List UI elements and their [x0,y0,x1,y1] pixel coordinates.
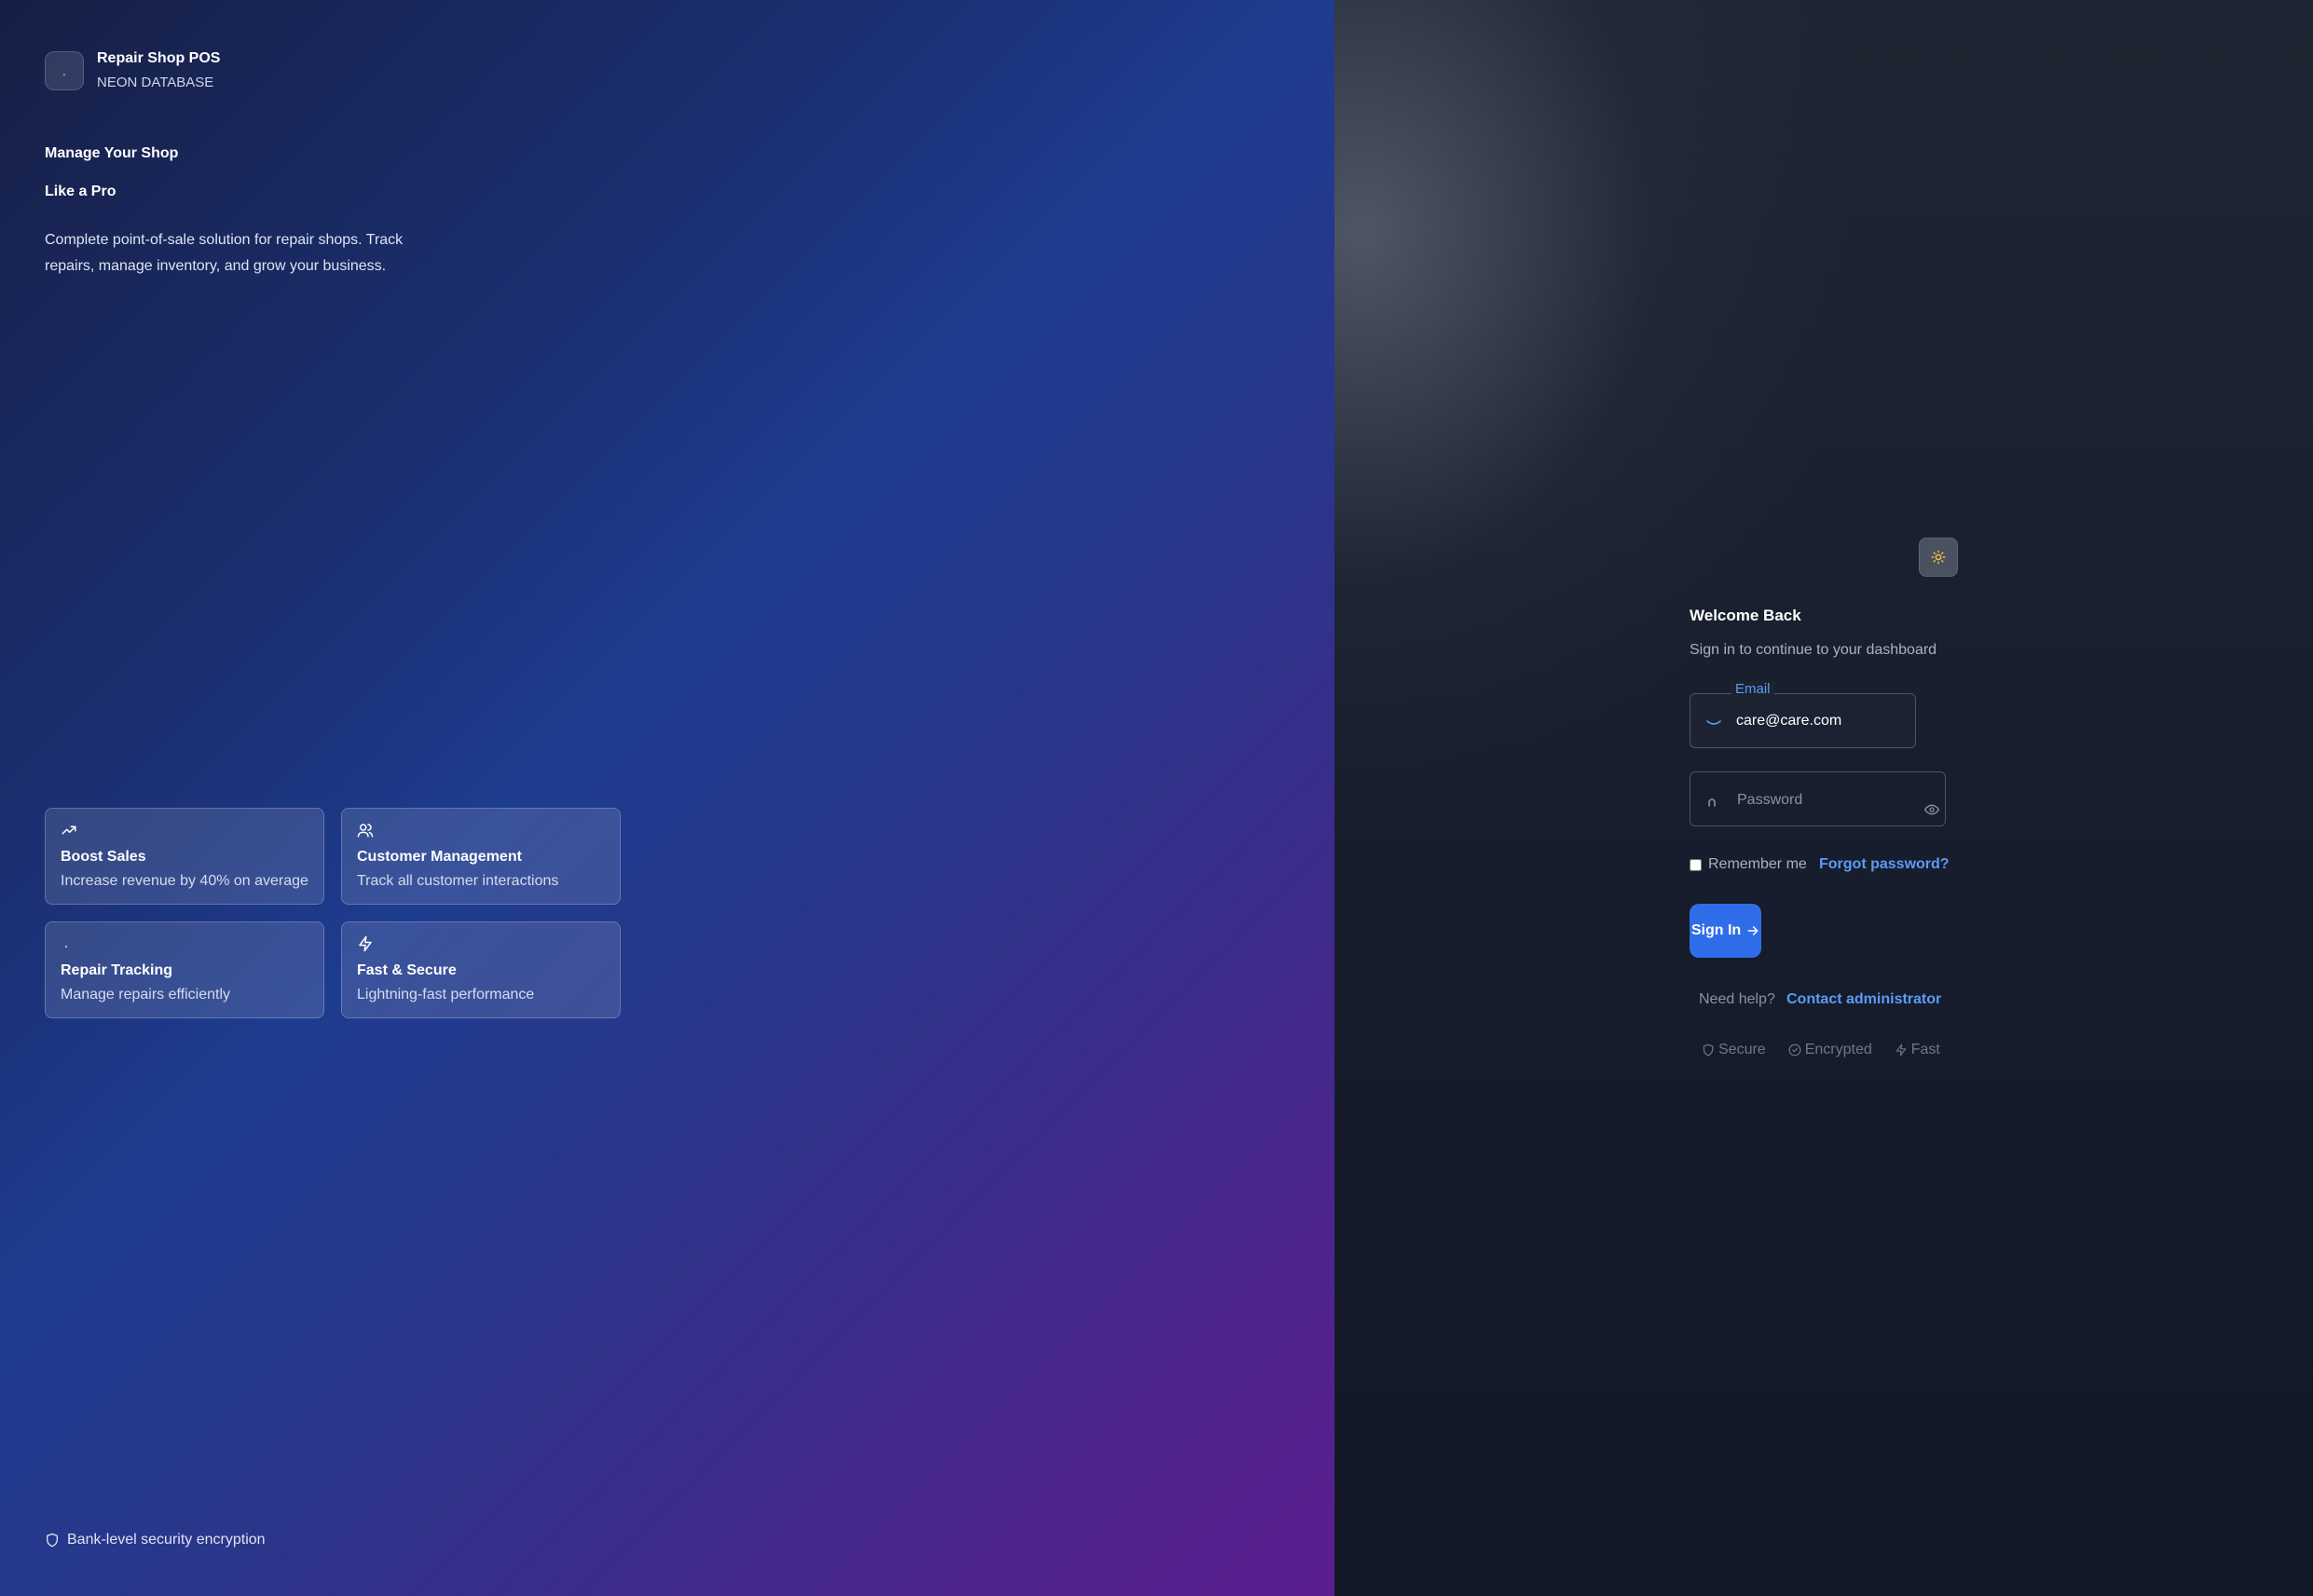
arrow-right-icon [1747,926,1759,935]
check-circle-icon [1788,1044,1801,1057]
contact-admin-link[interactable]: Contact administrator [1786,991,1941,1008]
security-note-text: Bank-level security encryption [67,1532,266,1548]
trending-up-icon [62,825,76,835]
feature-title: Boost Sales [61,849,146,865]
remember-me[interactable]: Remember me [1690,856,1807,873]
forgot-password-link[interactable]: Forgot password? [1819,856,1950,873]
hero-description: Complete point-of-sale solution for repa… [45,232,404,274]
mail-icon [1706,720,1721,725]
hero-headline-line2: Like a Pro [45,184,116,199]
login-panel: Welcome Back Sign in to continue to your… [1334,0,2313,1596]
brand-title: Repair Shop POS [97,50,221,66]
feature-title: Repair Tracking [61,962,173,978]
email-value[interactable]: care@care.com [1736,713,1841,730]
feature-card-fast-secure: Fast & Secure Lightning-fast performance [341,921,621,1018]
hero-headline-line1: Manage Your Shop [45,145,179,161]
eye-icon[interactable] [1924,804,1939,815]
badge-label: Fast [1910,1042,1940,1057]
brand: . Repair Shop POS NEON DATABASE [45,48,220,93]
login-subtitle: Sign in to continue to your dashboard [1690,642,1937,658]
feature-card-repair-tracking: Repair Tracking Manage repairs efficient… [45,921,324,1018]
feature-card-customer-management: Customer Management Track all customer i… [341,808,621,905]
login-title: Welcome Back [1690,607,1801,624]
brand-logo: . [45,51,84,90]
badge-label: Secure [1718,1042,1766,1057]
feature-description: Track all customer interactions [357,873,559,889]
shield-icon [1703,1044,1714,1057]
shield-icon [47,1533,58,1548]
badge-label: Encrypted [1804,1042,1872,1057]
feature-title: Fast & Secure [357,962,457,978]
help-text: Need help? [1699,991,1775,1007]
zap-icon [1896,1044,1906,1057]
feature-title: Customer Management [357,849,522,865]
badge-fast: Fast [1895,1042,1940,1058]
sign-in-button[interactable]: Sign In [1690,904,1761,958]
sun-icon [1931,550,1946,565]
feature-description: Lightning-fast performance [357,987,535,1003]
remember-me-label: Remember me [1708,856,1807,872]
email-field[interactable]: Email care@care.com [1690,681,1916,748]
zap-icon [359,935,372,952]
wrench-icon [64,945,68,948]
users-icon [357,824,374,838]
lock-icon [1708,798,1716,807]
brand-subtitle: NEON DATABASE [97,75,214,90]
password-field[interactable] [1690,771,1946,826]
feature-description: Manage repairs efficiently [61,987,231,1003]
badge-secure: Secure [1702,1042,1766,1058]
email-label: Email [1731,681,1774,697]
sign-in-label: Sign In [1690,922,1742,938]
feature-description: Increase revenue by 40% on average [61,873,308,889]
theme-toggle-button[interactable] [1919,538,1958,577]
hero-panel: . Repair Shop POS NEON DATABASE Manage Y… [0,0,1334,1596]
security-note: Bank-level security encryption [45,1532,266,1548]
feature-card-boost-sales: Boost Sales Increase revenue by 40% on a… [45,808,324,905]
badge-encrypted: Encrypted [1788,1042,1872,1058]
password-input[interactable] [1735,788,1916,812]
trust-badges: Secure Encrypted Fast [1702,1042,1963,1058]
brand-text: Repair Shop POS NEON DATABASE [97,48,220,93]
remember-me-checkbox[interactable] [1690,858,1702,871]
